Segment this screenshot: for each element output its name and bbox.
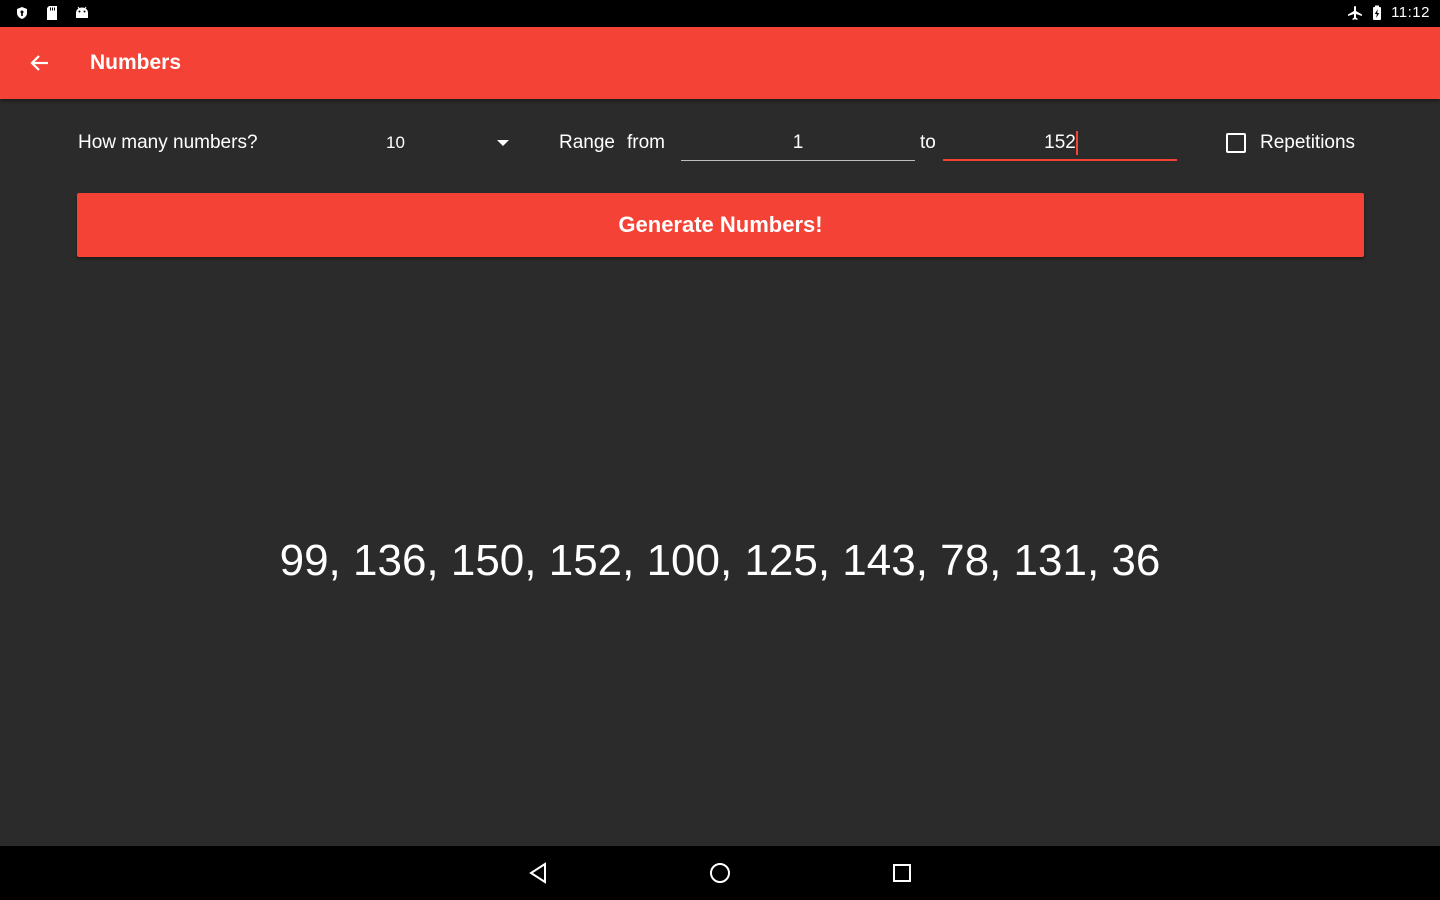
count-value: 10 [386,133,405,152]
to-label: to [920,132,936,153]
count-dropdown[interactable]: 10 [378,125,518,161]
battery-icon [1373,5,1382,20]
nav-home-icon[interactable] [707,860,733,886]
range-to-input[interactable] [943,125,1177,161]
android-icon [76,6,88,18]
sd-card-icon [47,6,57,20]
airplane-icon [1348,5,1363,20]
from-label: from [627,132,665,153]
text-cursor [1076,131,1078,155]
shield-icon [17,7,27,19]
controls-row: How many numbers? 10 Range from to Repet… [0,99,1440,189]
generate-numbers-button[interactable]: Generate Numbers! [77,193,1364,257]
status-left-icons [14,5,90,21]
dropdown-arrow-icon [497,140,509,146]
navigation-bar [0,846,1440,900]
range-to-field [943,125,1177,161]
arrow-left-icon [30,55,48,71]
repetitions-label[interactable]: Repetitions [1260,132,1355,154]
page-title: Numbers [90,51,182,74]
status-right-icons: 11:12 [1347,4,1430,21]
status-bar: 11:12 [0,0,1440,27]
status-time: 11:12 [1391,4,1430,21]
result-numbers: 99, 136, 150, 152, 100, 125, 143, 78, 13… [279,536,1161,585]
nav-recent-icon[interactable] [889,860,915,886]
range-from-input[interactable] [681,125,915,161]
back-button[interactable] [24,47,56,79]
range-label: Range [559,132,615,153]
count-label: How many numbers? [78,132,258,153]
nav-back-icon[interactable] [526,860,552,886]
repetitions-checkbox[interactable] [1226,133,1246,153]
app-bar: Numbers [0,27,1440,99]
